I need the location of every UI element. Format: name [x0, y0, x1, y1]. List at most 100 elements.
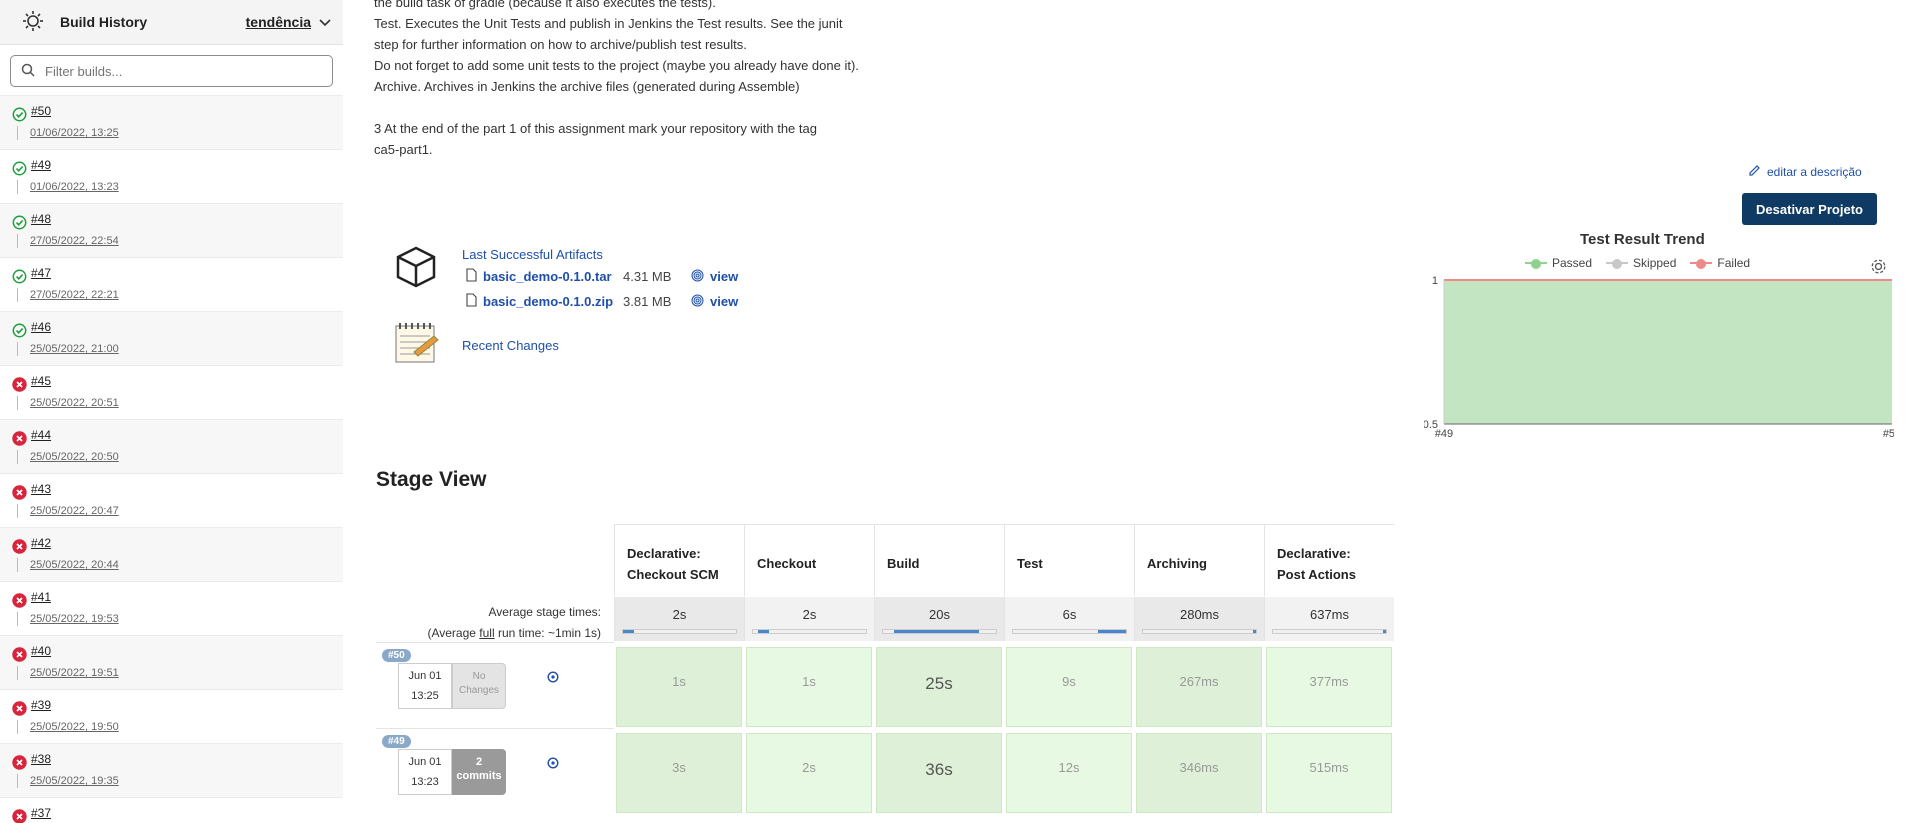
stage-cell[interactable]: 3s	[616, 733, 742, 813]
artifact-link[interactable]: basic_demo-0.1.0.zip	[483, 294, 623, 309]
stage-progress-fill	[757, 630, 769, 633]
build-row: #48 27/05/2022, 22:54	[0, 203, 343, 257]
success-check-icon	[12, 323, 27, 338]
timeline-divider	[17, 450, 18, 464]
build-number-link[interactable]: #37	[31, 806, 51, 820]
build-number-link[interactable]: #50	[31, 104, 51, 118]
trend-dropdown[interactable]: tendência	[246, 14, 331, 30]
build-number-link[interactable]: #42	[31, 536, 51, 550]
build-date-link[interactable]: 25/05/2022, 20:47	[30, 505, 119, 517]
stage-cell[interactable]: 515ms	[1266, 733, 1392, 813]
stage-cell[interactable]: 267ms	[1136, 647, 1262, 727]
stage-average-value: 280ms	[1179, 607, 1220, 622]
run-date-day: Jun 01	[408, 670, 442, 682]
build-date-link[interactable]: 25/05/2022, 20:51	[30, 397, 119, 409]
build-number-link[interactable]: #48	[31, 212, 51, 226]
timeline-divider	[17, 504, 18, 518]
run-header: #49 Jun 01 13:23 2 commits	[376, 728, 614, 813]
build-row: #45 25/05/2022, 20:51	[0, 365, 343, 419]
run-changes[interactable]: 2 commits	[452, 749, 506, 795]
stage-cell[interactable]: 1s	[746, 647, 872, 727]
stage-cell[interactable]: 377ms	[1266, 647, 1392, 727]
disable-project-button[interactable]: Desativar Projeto	[1742, 193, 1877, 225]
build-date-link[interactable]: 25/05/2022, 19:53	[30, 613, 119, 625]
build-row: #40 25/05/2022, 19:51	[0, 635, 343, 689]
build-number-link[interactable]: #41	[31, 590, 51, 604]
run-changes[interactable]: No Changes	[452, 663, 506, 709]
artifact-link[interactable]: basic_demo-0.1.0.tar	[483, 269, 623, 284]
failed-x-icon	[12, 701, 27, 716]
trend-chart-title: Test Result Trend	[1580, 231, 1705, 248]
build-date-link[interactable]: 01/06/2022, 13:25	[30, 127, 119, 139]
build-date-link[interactable]: 25/05/2022, 20:50	[30, 451, 119, 463]
build-row: #50 01/06/2022, 13:25	[0, 95, 343, 149]
timeline-divider	[17, 126, 18, 140]
build-date-link[interactable]: 01/06/2022, 13:23	[30, 181, 119, 193]
edit-description-label: editar a descrição	[1767, 165, 1862, 179]
file-icon	[466, 293, 477, 310]
build-number-link[interactable]: #38	[31, 752, 51, 766]
timeline-divider	[17, 396, 18, 410]
build-number-link[interactable]: #49	[31, 158, 51, 172]
target-icon[interactable]	[547, 757, 559, 772]
run-badge[interactable]: #49	[382, 735, 411, 748]
average-stage-times-label: Average stage times: (Average full run t…	[376, 602, 601, 644]
build-number-link[interactable]: #47	[31, 266, 51, 280]
package-icon	[394, 245, 438, 292]
run-date-day: Jun 01	[408, 756, 442, 768]
stage-cell[interactable]: 1s	[616, 647, 742, 727]
stage-cell[interactable]: 9s	[1006, 647, 1132, 727]
run-changes-line: No	[472, 671, 486, 682]
build-number-link[interactable]: #40	[31, 644, 51, 658]
fingerprint-icon[interactable]	[691, 269, 704, 285]
build-row: #46 25/05/2022, 21:00	[0, 311, 343, 365]
stage-average-value: 2s	[802, 607, 817, 622]
timeline-divider	[17, 180, 18, 194]
build-date-link[interactable]: 27/05/2022, 22:21	[30, 289, 119, 301]
recent-changes-link[interactable]: Recent Changes	[462, 338, 559, 353]
filter-builds-input[interactable]	[43, 62, 317, 80]
notepad-icon	[394, 322, 440, 367]
stage-progress-bar	[882, 629, 997, 634]
build-date-link[interactable]: 25/05/2022, 20:44	[30, 559, 119, 571]
build-number-link[interactable]: #39	[31, 698, 51, 712]
stage-average: 280ms	[1134, 597, 1264, 641]
run-date: Jun 01 13:25	[398, 663, 452, 709]
run-date-time: 13:25	[411, 690, 439, 702]
build-number-link[interactable]: #43	[31, 482, 51, 496]
stage-average: 2s	[614, 597, 744, 641]
stage-cell[interactable]: 12s	[1006, 733, 1132, 813]
build-number-link[interactable]: #46	[31, 320, 51, 334]
stage-cell[interactable]: 36s	[876, 733, 1002, 813]
build-date-link[interactable]: 25/05/2022, 19:51	[30, 667, 119, 679]
description-line: Archive. Archives in Jenkins the archive…	[374, 79, 800, 94]
build-date-link[interactable]: 25/05/2022, 19:35	[30, 775, 119, 787]
stage-cell[interactable]: 346ms	[1136, 733, 1262, 813]
success-check-icon	[12, 215, 27, 230]
build-history-header: Build History tendência	[0, 0, 343, 45]
build-number-link[interactable]: #44	[31, 428, 51, 442]
stage-header: Declarative: Post Actions	[1264, 524, 1394, 596]
run-badge[interactable]: #50	[382, 649, 411, 662]
search-icon	[21, 63, 35, 80]
fingerprint-icon[interactable]	[691, 294, 704, 310]
stage-cell[interactable]: 25s	[876, 647, 1002, 727]
target-icon[interactable]	[547, 671, 559, 686]
timeline-divider	[17, 288, 18, 302]
failed-x-icon	[12, 593, 27, 608]
build-date-link[interactable]: 25/05/2022, 21:00	[30, 343, 119, 355]
full-run-link[interactable]: full	[479, 626, 494, 640]
artifact-view-link[interactable]: view	[710, 294, 738, 309]
build-history-title: Build History	[60, 14, 148, 30]
average-run-time-suffix: run time: ~1min 1s)	[494, 626, 601, 640]
stage-progress-fill	[1382, 630, 1386, 633]
build-date-link[interactable]: 25/05/2022, 19:50	[30, 721, 119, 733]
build-number-link[interactable]: #45	[31, 374, 51, 388]
build-history-panel: Build History tendência #50 01/06/2022, …	[0, 0, 343, 823]
edit-description-link[interactable]: editar a descrição	[1748, 164, 1862, 180]
stage-cell[interactable]: 2s	[746, 733, 872, 813]
stage-progress-bar	[622, 629, 737, 634]
artifact-view-link[interactable]: view	[710, 269, 738, 284]
last-successful-artifacts-link[interactable]: Last Successful Artifacts	[462, 247, 603, 262]
build-date-link[interactable]: 27/05/2022, 22:54	[30, 235, 119, 247]
